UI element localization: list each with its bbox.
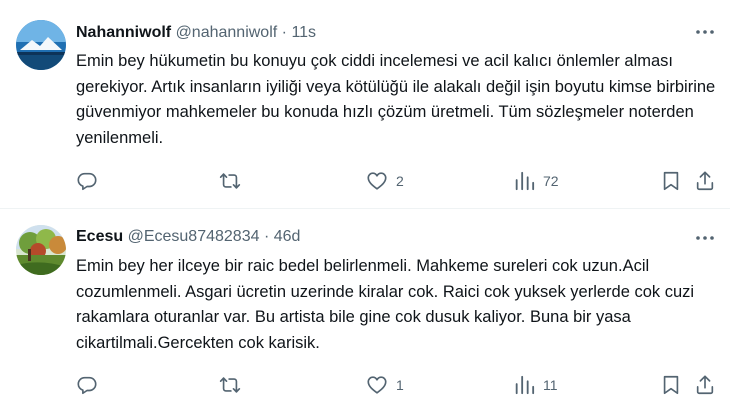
tweet-1[interactable]: Nahanniwolf @nahanniwolf · 11s Emin bey … <box>0 0 730 209</box>
more-horizontal-icon[interactable] <box>694 228 716 248</box>
view-count: 11 <box>543 377 558 393</box>
views-button[interactable]: 11 <box>513 370 558 400</box>
retweet-icon <box>219 173 241 189</box>
reply-icon <box>77 172 97 191</box>
reply-button[interactable] <box>76 166 106 196</box>
tweet-actions: 2 72 <box>76 166 726 196</box>
separator-dot: · <box>281 24 287 41</box>
tweet-header: Nahanniwolf @nahanniwolf · 11s <box>76 23 316 43</box>
avatar[interactable] <box>16 20 66 70</box>
display-name[interactable]: Nahanniwolf <box>76 24 171 41</box>
views-chart-icon <box>515 171 535 191</box>
timestamp[interactable]: 11s <box>291 24 316 41</box>
like-button[interactable]: 1 <box>366 370 404 400</box>
like-button[interactable]: 2 <box>366 166 404 196</box>
share-icon <box>696 375 714 395</box>
like-count: 2 <box>396 173 404 189</box>
views-button[interactable]: 72 <box>513 166 559 196</box>
share-button[interactable] <box>694 370 716 400</box>
more-horizontal-icon[interactable] <box>694 22 716 42</box>
like-count: 1 <box>396 377 404 393</box>
bookmark-button[interactable] <box>660 370 682 400</box>
reply-icon <box>77 376 97 395</box>
timestamp[interactable]: 46d <box>274 228 301 245</box>
tweet-actions: 1 11 <box>76 370 726 400</box>
bookmark-icon <box>663 375 679 395</box>
tweet-text: Emin bey her ilceye bir raic bedel belir… <box>76 257 695 352</box>
retweet-button[interactable] <box>219 370 249 400</box>
share-icon <box>696 171 714 191</box>
view-count: 72 <box>543 173 559 189</box>
views-chart-icon <box>515 375 535 395</box>
reply-button[interactable] <box>76 370 106 400</box>
user-handle[interactable]: @Ecesu87482834 <box>128 228 260 245</box>
tweet-divider <box>0 208 730 209</box>
share-button[interactable] <box>694 166 716 196</box>
tweet-text: Emin bey hükumetin bu konuyu çok ciddi i… <box>76 52 716 147</box>
display-name[interactable]: Ecesu <box>76 228 123 245</box>
user-handle[interactable]: @nahanniwolf <box>176 24 278 41</box>
heart-icon <box>367 376 387 394</box>
separator-dot: · <box>263 228 270 245</box>
bookmark-button[interactable] <box>660 166 682 196</box>
heart-icon <box>367 172 387 190</box>
retweet-button[interactable] <box>219 166 249 196</box>
tweet-header: Ecesu @Ecesu87482834 · 46d <box>76 227 300 247</box>
tweet-2[interactable]: Ecesu @Ecesu87482834 · 46d Emin bey her … <box>0 210 730 420</box>
retweet-icon <box>219 377 241 393</box>
avatar[interactable] <box>16 225 66 275</box>
bookmark-icon <box>663 171 679 191</box>
